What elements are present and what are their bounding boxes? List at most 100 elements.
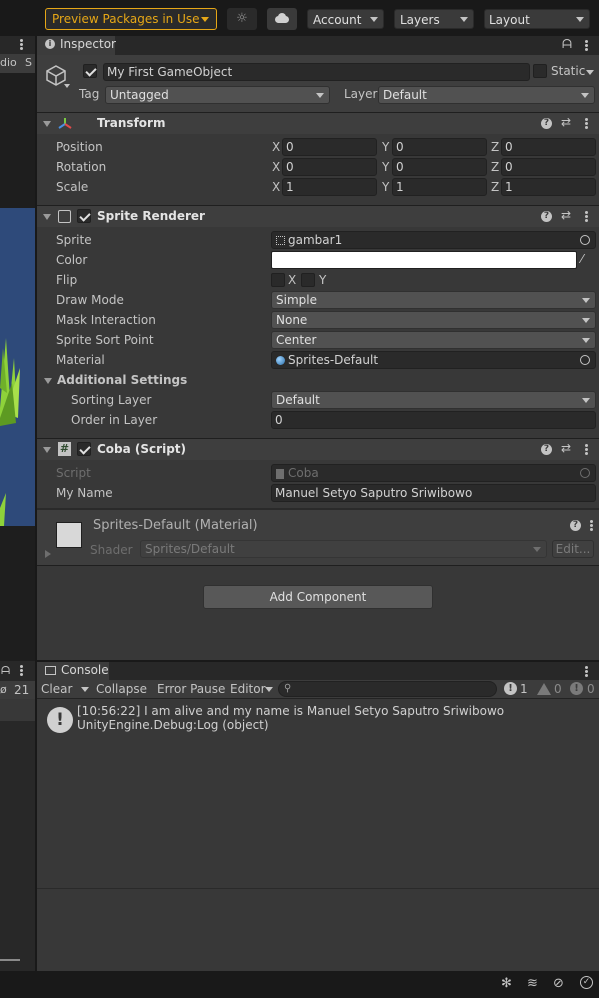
object-picker-icon[interactable] xyxy=(580,355,590,365)
more-options-icon[interactable] xyxy=(20,665,23,676)
progress-complete-icon[interactable]: ✓ xyxy=(580,976,593,989)
help-icon[interactable]: ? xyxy=(541,118,552,129)
sprite-object-field[interactable]: gambar1 xyxy=(271,231,596,249)
sorting-layer-dropdown[interactable]: Default xyxy=(271,391,596,409)
foldout-arrow-icon[interactable] xyxy=(45,550,51,558)
console-search-input[interactable]: ⚲ xyxy=(278,681,497,697)
add-component-button[interactable]: Add Component xyxy=(203,585,433,609)
console-tab-label: Console xyxy=(61,663,109,677)
lock-icon[interactable]: ᗩ xyxy=(562,37,572,52)
rotation-z-field[interactable]: 0 xyxy=(501,158,596,176)
foldout-arrow-icon[interactable] xyxy=(43,121,51,127)
object-picker-icon xyxy=(580,468,590,478)
scene-view-lower xyxy=(0,526,35,661)
preview-packages-button[interactable]: Preview Packages in Use xyxy=(45,8,217,30)
coba-script-header[interactable]: # Coba (Script) ? ⇄ xyxy=(37,438,599,460)
error-icon[interactable]: ! xyxy=(570,682,583,695)
sprite-renderer-header[interactable]: Sprite Renderer ? ⇄ xyxy=(37,205,599,227)
help-icon[interactable]: ? xyxy=(541,444,552,455)
scene-view[interactable] xyxy=(0,208,35,526)
scale-z-field[interactable]: 1 xyxy=(501,178,596,196)
scale-y-field[interactable]: 1 xyxy=(392,178,487,196)
chevron-down-icon xyxy=(370,17,378,22)
rotation-x-field[interactable]: 0 xyxy=(282,158,377,176)
console-log-entry[interactable]: ! [10:56:22] I am alive and my name is M… xyxy=(37,700,599,740)
coba-script-enabled-checkbox[interactable] xyxy=(77,442,91,456)
sprite-sort-point-dropdown[interactable]: Center xyxy=(271,331,596,349)
sprite-renderer-enabled-checkbox[interactable] xyxy=(77,209,91,223)
chevron-down-icon[interactable] xyxy=(64,84,70,88)
account-dropdown[interactable]: Account xyxy=(307,9,384,29)
layer-dropdown[interactable]: Default xyxy=(378,86,595,104)
gameobject-active-checkbox[interactable] xyxy=(83,64,97,78)
additional-settings-label[interactable]: Additional Settings xyxy=(57,373,187,387)
help-icon[interactable]: ? xyxy=(570,520,581,531)
sprite-sort-point-label: Sprite Sort Point xyxy=(56,333,154,347)
additional-settings-foldout-icon[interactable] xyxy=(44,378,52,384)
material-section: Sprites-Default (Material) Shader Sprite… xyxy=(37,508,599,566)
more-options-icon[interactable] xyxy=(585,118,588,129)
collapse-button[interactable]: Collapse xyxy=(96,682,147,696)
eyedropper-icon[interactable]: ⁄ xyxy=(581,252,583,266)
more-options-icon[interactable] xyxy=(585,666,588,677)
script-value: Coba xyxy=(288,466,319,480)
rotation-y-field[interactable]: 0 xyxy=(392,158,487,176)
clear-options-chevron-icon[interactable] xyxy=(81,687,89,692)
presets-icon[interactable]: ⇄ xyxy=(561,208,571,222)
help-icon[interactable]: ? xyxy=(541,211,552,222)
draw-mode-dropdown[interactable]: Simple xyxy=(271,291,596,309)
scrollbar-handle[interactable] xyxy=(0,959,20,961)
chevron-down-icon[interactable] xyxy=(586,70,594,75)
tab-fragment-2[interactable]: S xyxy=(25,56,32,69)
static-checkbox[interactable] xyxy=(533,64,547,78)
rotation-x-axis-label: X xyxy=(272,160,281,174)
material-object-field[interactable]: Sprites-Default xyxy=(271,351,596,369)
clear-button[interactable]: Clear xyxy=(41,682,72,696)
more-options-icon[interactable] xyxy=(20,39,23,50)
error-pause-button[interactable]: Error Pause xyxy=(157,682,225,696)
layers-dropdown[interactable]: Layers xyxy=(394,9,474,29)
foldout-arrow-icon[interactable] xyxy=(43,447,51,453)
editor-dropdown[interactable]: Editor xyxy=(230,682,266,696)
cache-icon[interactable]: ≋ xyxy=(527,976,538,991)
tab-fragment[interactable]: dio xyxy=(0,56,17,69)
gameobject-name-field[interactable]: My First GameObject xyxy=(103,63,530,81)
hidden-count[interactable]: ø 21 xyxy=(0,681,35,699)
lighting-icon[interactable]: ☼ xyxy=(227,8,257,30)
tab-console[interactable]: Console xyxy=(37,662,109,680)
scale-label: Scale xyxy=(56,180,89,194)
sprite-label: Sprite xyxy=(56,233,92,247)
foldout-arrow-icon[interactable] xyxy=(43,214,51,220)
presets-icon[interactable]: ⇄ xyxy=(561,441,571,455)
tab-inspector[interactable]: i Inspector xyxy=(37,36,116,55)
more-options-icon[interactable] xyxy=(585,211,588,222)
position-z-field[interactable]: 0 xyxy=(501,138,596,156)
position-y-field[interactable]: 0 xyxy=(392,138,487,156)
flip-x-checkbox[interactable] xyxy=(271,273,285,287)
info-log-icon[interactable]: ! xyxy=(504,682,517,695)
auto-generate-lighting-icon[interactable]: ⊘ xyxy=(553,976,564,991)
console-detail-divider[interactable] xyxy=(37,888,599,889)
editor-chevron-icon[interactable] xyxy=(265,687,273,692)
position-x-field[interactable]: 0 xyxy=(282,138,377,156)
object-picker-icon[interactable] xyxy=(580,235,590,245)
layout-dropdown[interactable]: Layout xyxy=(484,9,590,29)
color-swatch[interactable] xyxy=(271,251,577,269)
my-name-field[interactable]: Manuel Setyo Saputro Sriwibowo xyxy=(271,484,596,502)
transform-header[interactable]: Transform ? ⇄ xyxy=(37,112,599,134)
flip-y-checkbox[interactable] xyxy=(301,273,315,287)
warning-icon[interactable] xyxy=(537,683,551,695)
more-options-icon[interactable] xyxy=(585,444,588,455)
tag-value: Untagged xyxy=(110,88,169,102)
cloud-icon[interactable] xyxy=(267,8,297,30)
order-in-layer-field[interactable]: 0 xyxy=(271,411,596,429)
scale-x-field[interactable]: 1 xyxy=(282,178,377,196)
position-z-axis-label: Z xyxy=(491,140,500,154)
more-options-icon[interactable] xyxy=(585,40,588,51)
more-options-icon[interactable] xyxy=(590,520,593,531)
mask-interaction-dropdown[interactable]: None xyxy=(271,311,596,329)
tag-dropdown[interactable]: Untagged xyxy=(105,86,330,104)
presets-icon[interactable]: ⇄ xyxy=(561,115,571,129)
debug-bug-icon[interactable]: ✻ xyxy=(501,976,512,991)
lock-icon[interactable]: ᗩ xyxy=(1,664,10,678)
